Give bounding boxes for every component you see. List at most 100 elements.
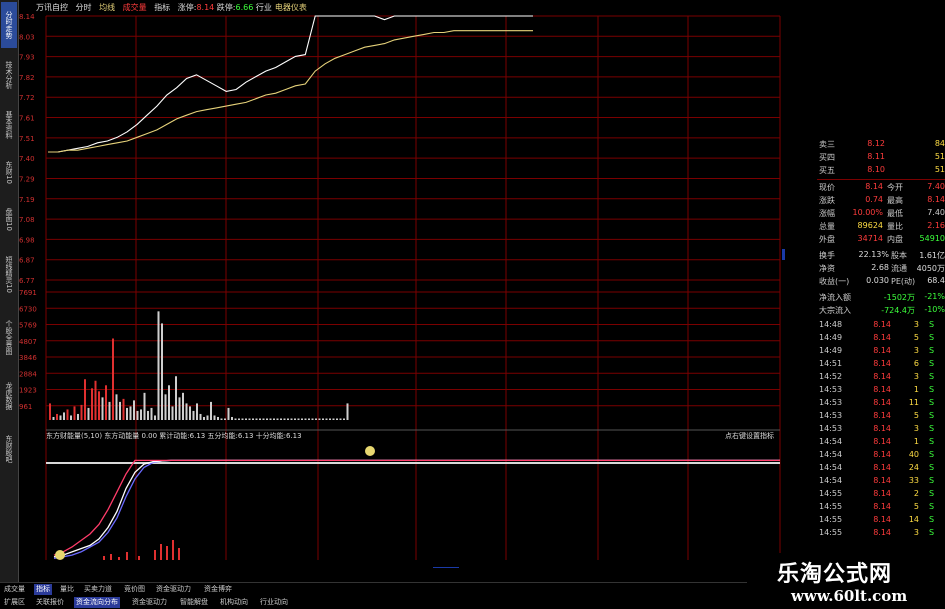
left-tab-7[interactable]: 龙虎数据 (1, 372, 17, 420)
quote-row[interactable]: 涨幅 10.00% 最低 7.40 (817, 207, 945, 220)
tick-row[interactable]: 14:49 8.14 3 S (817, 345, 945, 358)
tick-row[interactable]: 14:54 8.14 40 S (817, 449, 945, 462)
tick-volume: 11 (908, 398, 919, 407)
tick-row[interactable]: 14:54 8.14 24 S (817, 462, 945, 475)
tick-volume: 1 (913, 437, 919, 446)
order-book-row[interactable]: 买四 8.11 51 (817, 151, 945, 164)
left-tab-0[interactable]: 分时走势 (1, 2, 17, 48)
quote2-value: 0.030 (866, 276, 889, 285)
order-volume: 51 (934, 165, 945, 174)
order-book-row[interactable]: 卖三 8.12 84 (817, 138, 945, 151)
tick-time: 14:53 (819, 385, 843, 394)
flow-pct: -21% (924, 292, 945, 301)
stock-name[interactable]: 万讯自控 (36, 3, 68, 12)
bottom-tab-ext-2[interactable]: 资金流向分布 (74, 597, 120, 608)
tick-row[interactable]: 14:52 8.14 3 S (817, 371, 945, 384)
volume-bar (126, 407, 128, 420)
left-tab-2[interactable]: 基本资料 (1, 102, 17, 148)
bottom-tab-3[interactable]: 买卖力道 (82, 584, 114, 595)
order-label: 买四 (819, 153, 835, 162)
quote-value: 8.14 (865, 182, 883, 191)
quote-row-2[interactable]: 收益(一) 0.030 PE(动) 68.4 (817, 275, 945, 288)
price-axis-label: 7.19 (19, 196, 35, 204)
bottom-tab-ext-1[interactable]: 关联报价 (34, 597, 66, 608)
quote-row[interactable]: 外盘 34714 内盘 54910 (817, 233, 945, 246)
quote-value: 0.74 (865, 195, 883, 204)
quote2-key: 净资 (819, 264, 835, 273)
volume-bar (346, 403, 349, 420)
tick-row[interactable]: 14:53 8.14 11 S (817, 397, 945, 410)
tick-row[interactable]: 14:53 8.14 3 S (817, 423, 945, 436)
limit-up-label: 涨停:8.14 (177, 3, 215, 12)
volume-bar (77, 413, 79, 420)
tick-side: S (929, 463, 935, 472)
vol-label[interactable]: 成交量 (123, 3, 147, 12)
tick-row[interactable]: 14:55 8.14 14 S (817, 514, 945, 527)
quote-row[interactable]: 现价 8.14 今开 7.40 (817, 181, 945, 194)
volume-bar (56, 413, 58, 420)
tick-row[interactable]: 14:49 8.14 5 S (817, 332, 945, 345)
tick-row[interactable]: 14:55 8.14 2 S (817, 488, 945, 501)
bottom-tab-ext-3[interactable]: 资金驱动力 (130, 597, 169, 608)
price-axis-label: 8.14 (19, 13, 35, 21)
watermark-url: www.60lt.com (791, 587, 908, 605)
bottom-tab-4[interactable]: 竞价图 (122, 584, 147, 595)
left-tab-3[interactable]: 东财10 (1, 152, 17, 192)
tick-time: 14:54 (819, 463, 843, 472)
quote-row[interactable]: 涨跌 0.74 最高 8.14 (817, 194, 945, 207)
vol-axis-label: 961 (19, 403, 32, 411)
quote-key: 现价 (819, 183, 835, 192)
flow-row[interactable]: 大宗流入 -724.4万 -10% (817, 304, 945, 317)
order-volume: 51 (934, 152, 945, 161)
tick-row[interactable]: 14:55 8.14 3 S (817, 527, 945, 540)
industry-label: 行业 电器仪表 (255, 3, 307, 12)
tick-row[interactable]: 14:54 8.14 33 S (817, 475, 945, 488)
bottom-tab-ext-0[interactable]: 扩展区 (2, 597, 27, 608)
bottom-tab-1[interactable]: 指标 (34, 584, 52, 595)
left-tab-1[interactable]: 技术分析 (1, 52, 17, 98)
volume-bar (318, 418, 321, 420)
limit-down-label: 跌停:6.66 (216, 3, 254, 12)
volume-bar (294, 418, 296, 420)
tick-price: 8.14 (873, 333, 891, 342)
bottom-tab-5[interactable]: 资金驱动力 (154, 584, 193, 595)
tick-row[interactable]: 14:53 8.14 5 S (817, 410, 945, 423)
bottom-tab-6[interactable]: 资金博弈 (202, 584, 234, 595)
bottom-tab-ext-4[interactable]: 智能解盘 (178, 597, 210, 608)
left-tab-6[interactable]: 个股全景图 (1, 306, 17, 368)
order-price: 8.12 (867, 139, 885, 148)
volume-bar (70, 415, 72, 420)
intraday-chart[interactable]: 8.14 8.03 7.93 7.82 7.72 7.61 7.51 7.40 7.29 7.19… (18, 0, 785, 568)
ind-label[interactable]: 指标 (154, 3, 170, 12)
volume-bar (203, 416, 205, 420)
tick-row[interactable]: 14:53 8.14 1 S (817, 384, 945, 397)
tick-row[interactable]: 14:55 8.14 5 S (817, 501, 945, 514)
tick-time: 14:54 (819, 437, 843, 446)
flow-row[interactable]: 净流入额 -1502万 -21% (817, 291, 945, 304)
tick-price: 8.14 (873, 528, 891, 537)
bottom-tab-2[interactable]: 量比 (58, 584, 76, 595)
volume-bar (171, 406, 174, 420)
left-tab-5[interactable]: 短线精灵10 (1, 246, 17, 302)
panel-divider (817, 179, 945, 180)
left-tab-8[interactable]: 东财股吧 (1, 424, 17, 474)
left-tab-4[interactable]: 盘面10 (1, 196, 17, 242)
tick-row[interactable]: 14:51 8.14 6 S (817, 358, 945, 371)
order-book-row[interactable]: 买五 8.10 51 (817, 164, 945, 177)
tick-price: 8.14 (873, 476, 891, 485)
quote-row-2[interactable]: 换手 22.13% 股本 1.61亿 (817, 249, 945, 262)
quote-row-2[interactable]: 净资 2.68 流通 4050万 (817, 262, 945, 275)
tick-volume: 6 (913, 359, 919, 368)
tick-side: S (929, 398, 935, 407)
quote-row[interactable]: 总量 89624 量比 2.16 (817, 220, 945, 233)
bottom-tab-ext-6[interactable]: 行业动向 (258, 597, 290, 608)
volume-bar (143, 392, 146, 420)
tick-row[interactable]: 14:48 8.14 3 S (817, 319, 945, 332)
price-marker-box (782, 249, 785, 260)
tick-row[interactable]: 14:54 8.14 1 S (817, 436, 945, 449)
bottom-tab-0[interactable]: 成交量 (2, 584, 27, 595)
volume-bar (119, 401, 121, 420)
bottom-tab-ext-5[interactable]: 机构动向 (218, 597, 250, 608)
price-axis-label: 7.40 (19, 155, 35, 163)
mode-label[interactable]: 分时 (76, 3, 92, 12)
